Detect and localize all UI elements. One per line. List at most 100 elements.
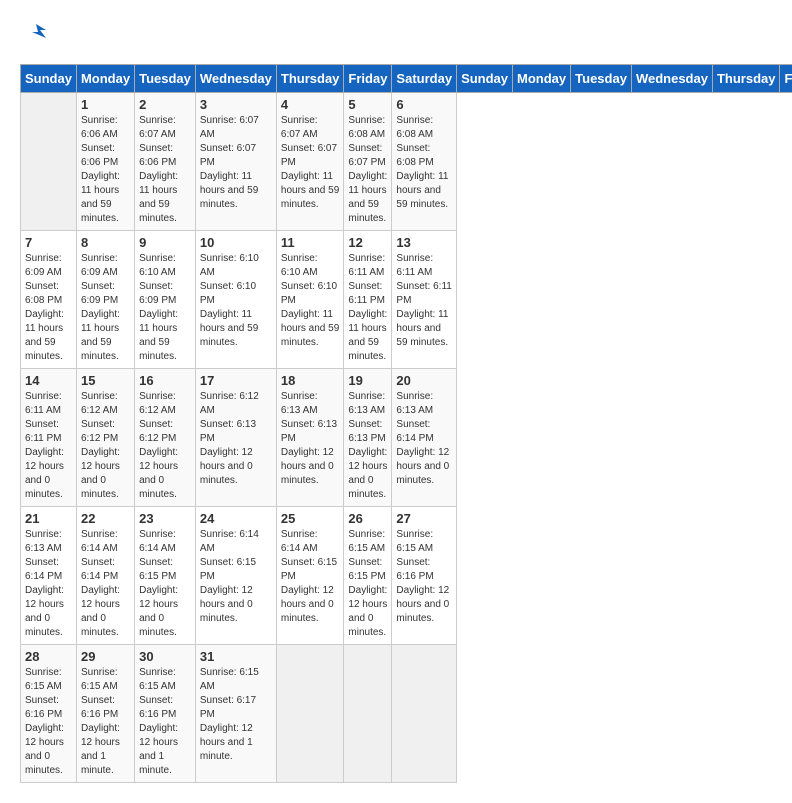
day-info: Sunrise: 6:09 AMSunset: 6:08 PMDaylight:… <box>25 252 72 364</box>
weekday-header-thursday: Thursday <box>276 65 344 93</box>
calendar-week-5: 28 Sunrise: 6:15 AMSunset: 6:16 PMDayligh… <box>21 645 792 783</box>
day-info: Sunrise: 6:14 AMSunset: 6:15 PMDaylight:… <box>281 528 340 626</box>
calendar-cell: 21 Sunrise: 6:13 AMSunset: 6:14 PMDayligh… <box>21 507 77 645</box>
day-number: 6 <box>396 97 452 112</box>
day-number: 1 <box>81 97 130 112</box>
day-info: Sunrise: 6:10 AMSunset: 6:10 PMDaylight:… <box>200 252 272 350</box>
logo-text <box>20 20 50 54</box>
day-number: 15 <box>81 373 130 388</box>
day-info: Sunrise: 6:11 AMSunset: 6:11 PMDaylight:… <box>25 390 72 502</box>
calendar-cell: 26 Sunrise: 6:15 AMSunset: 6:15 PMDayligh… <box>344 507 392 645</box>
calendar-cell <box>276 645 344 783</box>
day-number: 12 <box>348 235 387 250</box>
calendar-cell: 5Sunrise: 6:08 AMSunset: 6:07 PMDaylight… <box>344 93 392 231</box>
day-info: Sunrise: 6:11 AMSunset: 6:11 PMDaylight:… <box>348 252 387 364</box>
weekday-header-wednesday: Wednesday <box>631 65 712 93</box>
weekday-header-friday: Friday <box>780 65 792 93</box>
weekday-header-wednesday: Wednesday <box>195 65 276 93</box>
day-number: 31 <box>200 649 272 664</box>
day-info: Sunrise: 6:07 AMSunset: 6:07 PMDaylight:… <box>281 114 340 212</box>
day-info: Sunrise: 6:14 AMSunset: 6:15 PMDaylight:… <box>200 528 272 626</box>
calendar-cell: 24 Sunrise: 6:14 AMSunset: 6:15 PMDayligh… <box>195 507 276 645</box>
day-number: 16 <box>139 373 191 388</box>
day-number: 18 <box>281 373 340 388</box>
day-info: Sunrise: 6:10 AMSunset: 6:09 PMDaylight:… <box>139 252 191 364</box>
day-number: 11 <box>281 235 340 250</box>
calendar-week-2: 7 Sunrise: 6:09 AMSunset: 6:08 PMDaylight… <box>21 231 792 369</box>
weekday-header-tuesday: Tuesday <box>135 65 196 93</box>
calendar-cell: 27 Sunrise: 6:15 AMSunset: 6:16 PMDayligh… <box>392 507 457 645</box>
calendar-cell: 16 Sunrise: 6:12 AMSunset: 6:12 PMDayligh… <box>135 369 196 507</box>
day-number: 22 <box>81 511 130 526</box>
day-info: Sunrise: 6:13 AMSunset: 6:14 PMDaylight:… <box>396 390 452 488</box>
day-info: Sunrise: 6:12 AMSunset: 6:13 PMDaylight:… <box>200 390 272 488</box>
calendar-cell: 1Sunrise: 6:06 AMSunset: 6:06 PMDaylight… <box>76 93 134 231</box>
calendar-cell: 8Sunrise: 6:09 AMSunset: 6:09 PMDaylight… <box>76 231 134 369</box>
weekday-header-monday: Monday <box>76 65 134 93</box>
day-number: 29 <box>81 649 130 664</box>
calendar-cell: 28 Sunrise: 6:15 AMSunset: 6:16 PMDayligh… <box>21 645 77 783</box>
weekday-header-sunday: Sunday <box>457 65 513 93</box>
day-number: 14 <box>25 373 72 388</box>
calendar-cell: 12 Sunrise: 6:11 AMSunset: 6:11 PMDayligh… <box>344 231 392 369</box>
weekday-header-friday: Friday <box>344 65 392 93</box>
calendar-cell: 11 Sunrise: 6:10 AMSunset: 6:10 PMDayligh… <box>276 231 344 369</box>
day-info: Sunrise: 6:15 AMSunset: 6:15 PMDaylight:… <box>348 528 387 640</box>
day-info: Sunrise: 6:15 AMSunset: 6:17 PMDaylight:… <box>200 666 272 764</box>
day-info: Sunrise: 6:15 AMSunset: 6:16 PMDaylight:… <box>25 666 72 778</box>
day-number: 21 <box>25 511 72 526</box>
day-number: 10 <box>200 235 272 250</box>
calendar-cell: 13Sunrise: 6:11 AMSunset: 6:11 PMDayligh… <box>392 231 457 369</box>
day-number: 25 <box>281 511 340 526</box>
day-number: 17 <box>200 373 272 388</box>
day-number: 9 <box>139 235 191 250</box>
day-info: Sunrise: 6:13 AMSunset: 6:13 PMDaylight:… <box>348 390 387 502</box>
calendar-week-1: 1Sunrise: 6:06 AMSunset: 6:06 PMDaylight… <box>21 93 792 231</box>
calendar-cell: 22 Sunrise: 6:14 AMSunset: 6:14 PMDayligh… <box>76 507 134 645</box>
day-info: Sunrise: 6:12 AMSunset: 6:12 PMDaylight:… <box>139 390 191 502</box>
day-info: Sunrise: 6:15 AMSunset: 6:16 PMDaylight:… <box>396 528 452 626</box>
calendar-cell: 3Sunrise: 6:07 AMSunset: 6:07 PMDaylight… <box>195 93 276 231</box>
calendar-cell: 7 Sunrise: 6:09 AMSunset: 6:08 PMDaylight… <box>21 231 77 369</box>
calendar-table: SundayMondayTuesdayWednesdayThursdayFrid… <box>20 64 792 783</box>
weekday-header-sunday: Sunday <box>21 65 77 93</box>
day-info: Sunrise: 6:13 AMSunset: 6:13 PMDaylight:… <box>281 390 340 488</box>
day-number: 27 <box>396 511 452 526</box>
calendar-cell: 31 Sunrise: 6:15 AMSunset: 6:17 PMDayligh… <box>195 645 276 783</box>
day-number: 19 <box>348 373 387 388</box>
calendar-cell: 14 Sunrise: 6:11 AMSunset: 6:11 PMDayligh… <box>21 369 77 507</box>
calendar-cell: 29 Sunrise: 6:15 AMSunset: 6:16 PMDayligh… <box>76 645 134 783</box>
page-header <box>20 20 772 54</box>
day-info: Sunrise: 6:13 AMSunset: 6:14 PMDaylight:… <box>25 528 72 640</box>
calendar-cell <box>21 93 77 231</box>
calendar-header-row: SundayMondayTuesdayWednesdayThursdayFrid… <box>21 65 792 93</box>
day-info: Sunrise: 6:08 AMSunset: 6:08 PMDaylight:… <box>396 114 452 212</box>
calendar-cell: 10 Sunrise: 6:10 AMSunset: 6:10 PMDayligh… <box>195 231 276 369</box>
day-number: 24 <box>200 511 272 526</box>
day-number: 4 <box>281 97 340 112</box>
day-number: 23 <box>139 511 191 526</box>
calendar-cell: 18 Sunrise: 6:13 AMSunset: 6:13 PMDayligh… <box>276 369 344 507</box>
calendar-cell: 25 Sunrise: 6:14 AMSunset: 6:15 PMDayligh… <box>276 507 344 645</box>
weekday-header-tuesday: Tuesday <box>571 65 632 93</box>
day-number: 2 <box>139 97 191 112</box>
day-number: 3 <box>200 97 272 112</box>
day-number: 28 <box>25 649 72 664</box>
day-number: 30 <box>139 649 191 664</box>
calendar-week-4: 21 Sunrise: 6:13 AMSunset: 6:14 PMDayligh… <box>21 507 792 645</box>
day-number: 7 <box>25 235 72 250</box>
weekday-header-monday: Monday <box>513 65 571 93</box>
day-info: Sunrise: 6:14 AMSunset: 6:14 PMDaylight:… <box>81 528 130 640</box>
day-info: Sunrise: 6:10 AMSunset: 6:10 PMDaylight:… <box>281 252 340 350</box>
calendar-cell: 9 Sunrise: 6:10 AMSunset: 6:09 PMDaylight… <box>135 231 196 369</box>
weekday-header-saturday: Saturday <box>392 65 457 93</box>
calendar-cell <box>344 645 392 783</box>
weekday-header-thursday: Thursday <box>712 65 780 93</box>
day-info: Sunrise: 6:15 AMSunset: 6:16 PMDaylight:… <box>81 666 130 778</box>
day-info: Sunrise: 6:09 AMSunset: 6:09 PMDaylight:… <box>81 252 130 364</box>
calendar-cell <box>392 645 457 783</box>
calendar-cell: 2Sunrise: 6:07 AMSunset: 6:06 PMDaylight… <box>135 93 196 231</box>
calendar-cell: 17 Sunrise: 6:12 AMSunset: 6:13 PMDayligh… <box>195 369 276 507</box>
logo-bird-icon <box>22 20 50 48</box>
day-number: 26 <box>348 511 387 526</box>
